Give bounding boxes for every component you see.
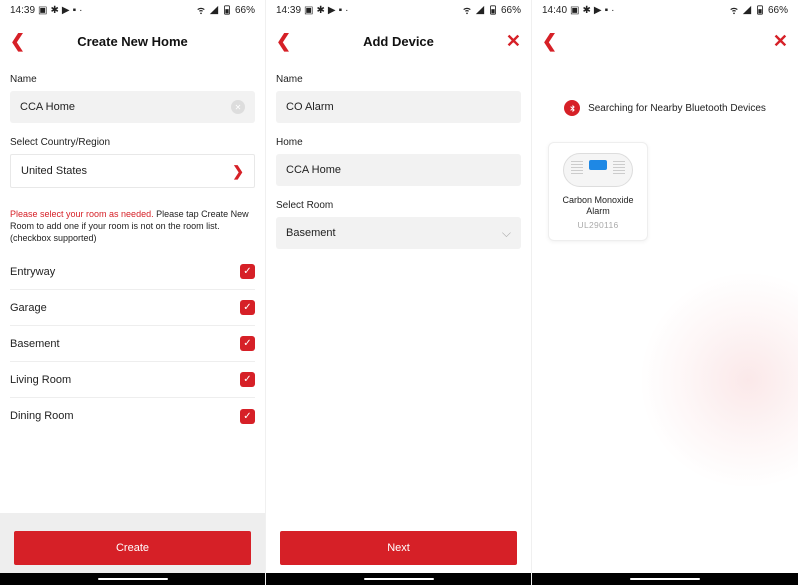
back-icon[interactable]: ❮ (542, 31, 557, 52)
app-icon: ▪ (339, 6, 343, 16)
android-navbar (266, 573, 531, 585)
room-name: Living Room (10, 374, 71, 386)
bluetooth-icon (564, 100, 580, 116)
name-value: CCA Home (20, 101, 75, 113)
checkbox-checked-icon[interactable]: ✓ (240, 409, 255, 424)
battery-pct: 66% (235, 6, 255, 16)
header: ❮ Add Device ✕ (266, 22, 531, 60)
name-label: Name (276, 74, 521, 85)
room-label: Select Room (276, 200, 521, 211)
home-value: CCA Home (286, 164, 341, 176)
app-icon: ▪ (605, 6, 609, 16)
room-list: Entryway ✓ Garage ✓ Basement ✓ Living Ro… (10, 254, 255, 434)
header: ❮ Create New Home (0, 22, 265, 60)
room-row[interactable]: Living Room ✓ (10, 362, 255, 398)
page-title: Create New Home (77, 34, 188, 49)
battery-icon (755, 5, 765, 18)
checkbox-checked-icon[interactable]: ✓ (240, 336, 255, 351)
chevron-down-icon: ⌵ (502, 226, 511, 241)
region-select[interactable]: United States ❯ (10, 154, 255, 188)
close-icon[interactable]: ✕ (773, 31, 788, 52)
media-icon: ▶ (62, 6, 70, 16)
android-navbar (0, 573, 265, 585)
room-row[interactable]: Entryway ✓ (10, 254, 255, 290)
room-name: Entryway (10, 266, 55, 278)
bt-status: Searching for Nearby Bluetooth Devices (542, 100, 788, 116)
screen-add-device: 14:39 ▣ ✱ ▶ ▪ · 66% ❮ Add Device ✕ Name … (266, 0, 532, 585)
status-bar: 14:40 ▣ ✱ ▶ ▪ · 66% (532, 0, 798, 22)
device-name-input[interactable]: CO Alarm (276, 91, 521, 123)
slack-icon: ✱ (582, 6, 590, 16)
device-title: Carbon Monoxide Alarm (555, 195, 641, 217)
screen-create-home: 14:39 ▣ ✱ ▶ ▪ · 66% ❮ (0, 0, 266, 585)
calendar-icon: ▣ (570, 6, 579, 16)
checkbox-checked-icon[interactable]: ✓ (240, 264, 255, 279)
back-icon[interactable]: ❮ (10, 31, 25, 52)
cell-icon (209, 5, 219, 18)
battery-icon (222, 5, 232, 18)
media-icon: ▶ (328, 6, 336, 16)
checkbox-checked-icon[interactable]: ✓ (240, 300, 255, 315)
status-bar: 14:39 ▣ ✱ ▶ ▪ · 66% (266, 0, 531, 22)
close-icon[interactable]: ✕ (506, 31, 521, 52)
status-time: 14:40 (542, 6, 567, 16)
region-label: Select Country/Region (10, 137, 255, 148)
dot-icon: · (345, 6, 348, 16)
home-label: Home (276, 137, 521, 148)
dot-icon: · (79, 6, 82, 16)
next-button[interactable]: Next (280, 531, 517, 565)
device-thumbnail (563, 153, 633, 187)
region-value: United States (21, 165, 87, 177)
device-name-value: CO Alarm (286, 101, 334, 113)
wifi-icon (196, 5, 206, 18)
calendar-icon: ▣ (304, 6, 313, 16)
slack-icon: ✱ (50, 6, 58, 16)
status-bar: 14:39 ▣ ✱ ▶ ▪ · 66% (0, 0, 265, 22)
dot-icon: · (611, 6, 614, 16)
room-row[interactable]: Garage ✓ (10, 290, 255, 326)
cell-icon (742, 5, 752, 18)
slack-icon: ✱ (316, 6, 324, 16)
device-card[interactable]: Carbon Monoxide Alarm UL290116 (548, 142, 648, 241)
room-value: Basement (286, 227, 336, 239)
name-input[interactable]: CCA Home ✕ (10, 91, 255, 123)
device-sku: UL290116 (555, 220, 641, 230)
header: ❮ ✕ (532, 22, 798, 60)
room-name: Garage (10, 302, 47, 314)
clear-icon[interactable]: ✕ (231, 100, 245, 114)
page-title: Add Device (363, 34, 434, 49)
wifi-icon (462, 5, 472, 18)
wifi-icon (729, 5, 739, 18)
home-input[interactable]: CCA Home (276, 154, 521, 186)
media-icon: ▶ (594, 6, 602, 16)
battery-icon (488, 5, 498, 18)
checkbox-checked-icon[interactable]: ✓ (240, 372, 255, 387)
room-select[interactable]: Basement ⌵ (276, 217, 521, 249)
battery-pct: 66% (501, 6, 521, 16)
status-time: 14:39 (276, 6, 301, 16)
battery-pct: 66% (768, 6, 788, 16)
status-time: 14:39 (10, 6, 35, 16)
android-navbar (532, 573, 798, 585)
create-button[interactable]: Create (14, 531, 251, 565)
cell-icon (475, 5, 485, 18)
app-icon: ▪ (73, 6, 77, 16)
helper-text: Please select your room as needed. Pleas… (10, 208, 255, 244)
name-label: Name (10, 74, 255, 85)
calendar-icon: ▣ (38, 6, 47, 16)
back-icon[interactable]: ❮ (276, 31, 291, 52)
room-row[interactable]: Basement ✓ (10, 326, 255, 362)
room-name: Basement (10, 338, 60, 350)
bt-status-text: Searching for Nearby Bluetooth Devices (588, 103, 766, 114)
room-row[interactable]: Dining Room ✓ (10, 398, 255, 434)
screen-searching: 14:40 ▣ ✱ ▶ ▪ · 66% ❮ ✕ (532, 0, 798, 585)
chevron-right-icon: ❯ (232, 163, 244, 180)
room-name: Dining Room (10, 410, 74, 422)
scan-pulse (638, 270, 798, 490)
